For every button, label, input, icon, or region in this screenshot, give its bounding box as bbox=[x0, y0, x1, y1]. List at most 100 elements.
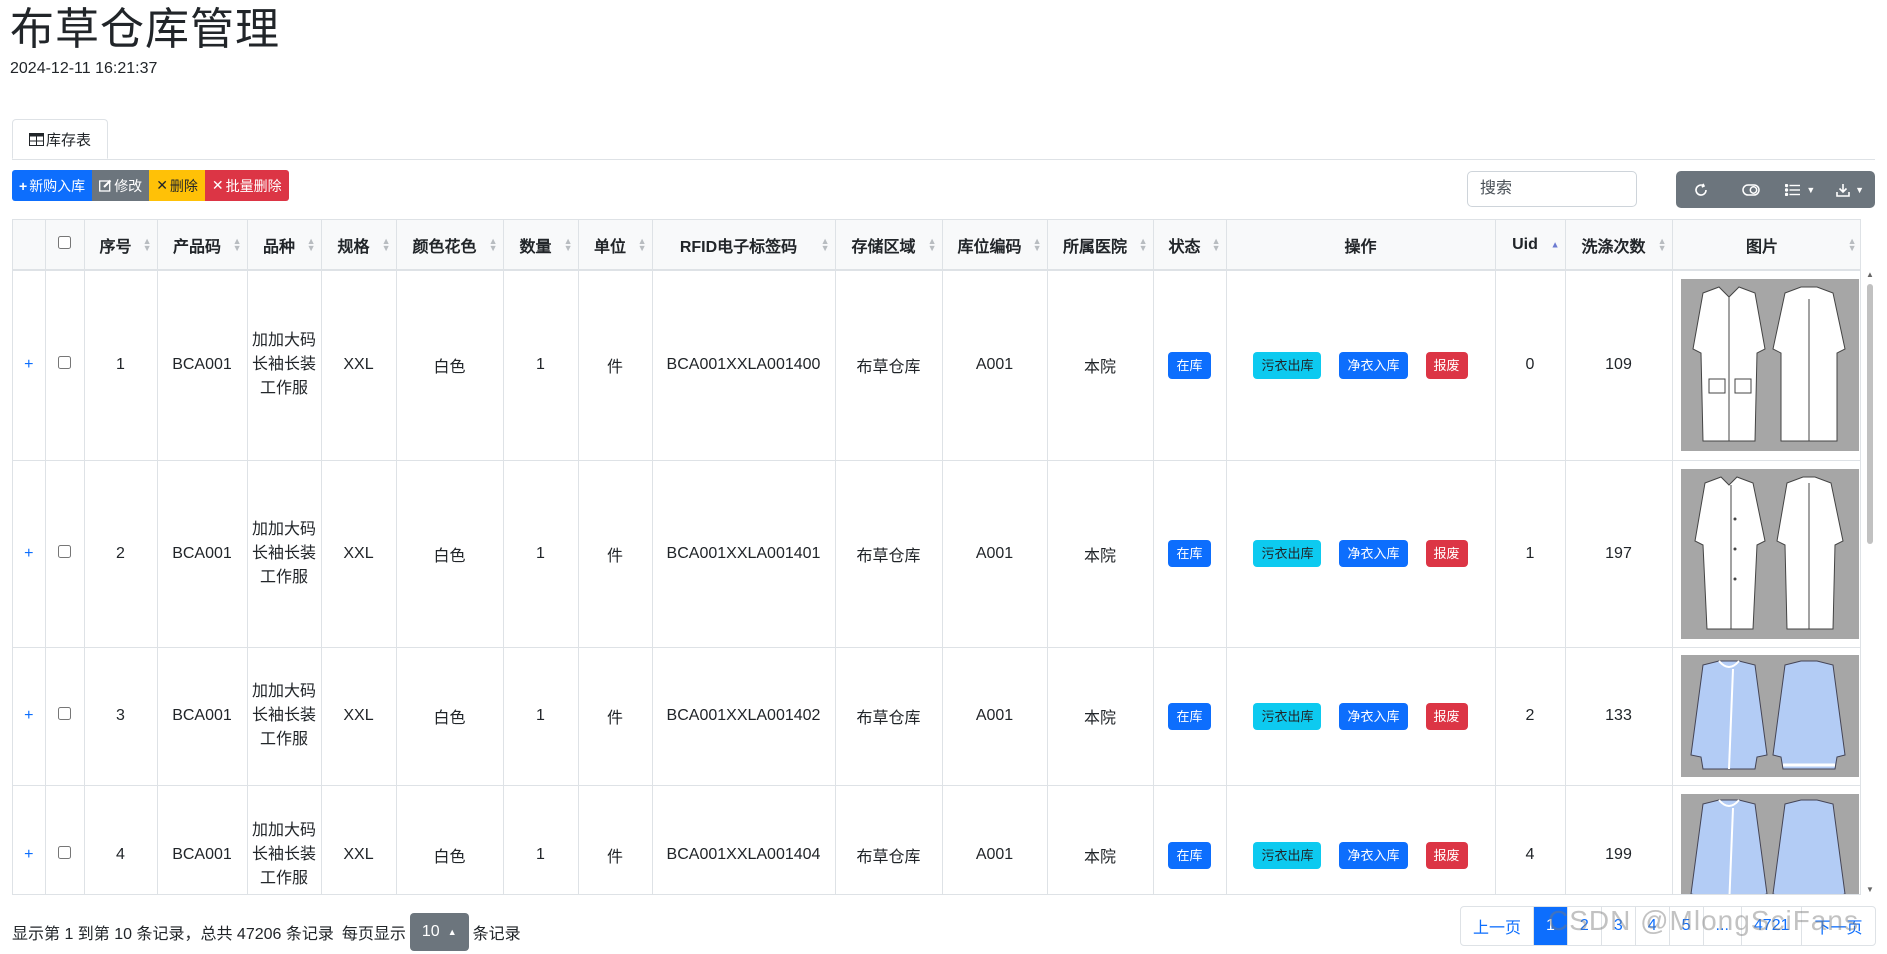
refresh-button[interactable] bbox=[1676, 171, 1726, 208]
page-button[interactable]: 2 bbox=[1568, 907, 1602, 945]
col-header[interactable]: RFID电子标签码 ▲ ▼ bbox=[652, 220, 836, 271]
sort-icon: ▲ ▼ bbox=[1032, 235, 1042, 253]
scrap-button[interactable]: 报废 bbox=[1425, 841, 1468, 869]
row-select bbox=[45, 785, 85, 894]
row-checkbox[interactable] bbox=[58, 707, 71, 720]
col-header[interactable]: 洗涤次数 ▲ ▼ bbox=[1565, 220, 1673, 271]
detail-toggle[interactable]: + bbox=[13, 647, 46, 786]
cell-area: 布草仓库 bbox=[835, 647, 943, 786]
row-select bbox=[45, 647, 85, 786]
pagination: 上一页 1 2 3 4 5 ... 4721 下一页 bbox=[1460, 906, 1876, 946]
clean-in-button[interactable]: 净衣入库 bbox=[1339, 702, 1408, 730]
toggle-icon bbox=[1741, 183, 1760, 196]
cell-rfid: BCA001XXLA001404 bbox=[652, 785, 836, 894]
scroll-down-icon[interactable]: ▼ bbox=[1866, 885, 1874, 894]
dirty-out-button[interactable]: 污衣出库 bbox=[1253, 351, 1322, 379]
scrap-button[interactable]: 报废 bbox=[1425, 702, 1468, 730]
edit-button[interactable]: 修改 bbox=[92, 170, 150, 201]
columns-dropdown[interactable]: ▼ bbox=[1776, 171, 1826, 208]
dirty-out-button[interactable]: 污衣出库 bbox=[1253, 702, 1322, 730]
col-header[interactable]: 单位 ▲ ▼ bbox=[578, 220, 653, 271]
col-header[interactable]: 库位编码 ▲ ▼ bbox=[942, 220, 1048, 271]
row-checkbox[interactable] bbox=[58, 356, 71, 370]
table-scrollbar[interactable]: ▲ ▼ bbox=[1866, 270, 1874, 894]
select-all-checkbox[interactable] bbox=[58, 235, 71, 249]
page-button[interactable]: 1 bbox=[1534, 907, 1568, 945]
col-header[interactable]: 颜色花色 ▲ ▼ bbox=[396, 220, 504, 271]
detail-toggle[interactable]: + bbox=[13, 270, 46, 461]
inventory-table: 序号 ▲ ▼ 产品码 ▲ ▼ 品种 ▲ ▼ 规格 ▲ ▼ 颜色花色 ▲ ▼ 数量 ▲ ▼ 单位 ▲ ▼ RF… bbox=[12, 219, 1861, 895]
garment-image[interactable] bbox=[1680, 468, 1859, 639]
col-header[interactable]: 图片 ▲ ▼ bbox=[1672, 220, 1860, 271]
col-header[interactable]: 品种 ▲ ▼ bbox=[247, 220, 322, 271]
col-header[interactable]: 所属医院 ▲ ▼ bbox=[1047, 220, 1154, 271]
list-icon bbox=[1785, 183, 1801, 196]
clean-in-button[interactable]: 净衣入库 bbox=[1339, 351, 1408, 379]
sort-icon: ▲ ▼ bbox=[381, 235, 391, 253]
toggle-view-button[interactable] bbox=[1726, 171, 1776, 208]
caret-down-icon: ▼ bbox=[1855, 184, 1865, 195]
cell-status: 在库 bbox=[1153, 460, 1227, 648]
scroll-thumb[interactable] bbox=[1867, 284, 1873, 544]
page-button[interactable]: 4721 bbox=[1742, 907, 1803, 945]
cell-rfid: BCA001XXLA001401 bbox=[652, 460, 836, 648]
dirty-out-button[interactable]: 污衣出库 bbox=[1253, 841, 1322, 869]
sort-icon: ▲ ▼ bbox=[1138, 235, 1148, 253]
col-header[interactable]: 规格 ▲ ▼ bbox=[321, 220, 397, 271]
edit-icon bbox=[99, 179, 112, 192]
cell-location: A001 bbox=[942, 460, 1048, 648]
sort-icon: ▲ ▼ bbox=[142, 235, 152, 253]
tab-inventory[interactable]: 库存表 bbox=[12, 119, 109, 159]
record-summary: 显示第 1 到第 10 条记录，总共 47206 条记录 bbox=[12, 926, 334, 943]
row-checkbox[interactable] bbox=[58, 846, 71, 859]
page-size-dropdown[interactable]: 10 ▲ bbox=[409, 913, 469, 951]
prev-page-button[interactable]: 上一页 bbox=[1461, 907, 1535, 945]
page-button[interactable]: 4 bbox=[1636, 907, 1670, 945]
cell-area: 布草仓库 bbox=[835, 270, 943, 461]
cell-area: 布草仓库 bbox=[835, 460, 943, 648]
cell-qty: 1 bbox=[503, 460, 579, 648]
scrap-button[interactable]: 报废 bbox=[1425, 351, 1468, 379]
cell-variety: 加加大码长袖长装工作服 bbox=[247, 785, 322, 894]
dirty-out-button[interactable]: 污衣出库 bbox=[1253, 540, 1322, 567]
cell-code: BCA001 bbox=[157, 785, 248, 894]
next-page-button[interactable]: 下一页 bbox=[1802, 907, 1874, 945]
cell-hospital: 本院 bbox=[1047, 647, 1154, 786]
clean-in-button[interactable]: 净衣入库 bbox=[1339, 540, 1408, 567]
detail-toggle[interactable]: + bbox=[13, 460, 46, 648]
pagination-info: 显示第 1 到第 10 条记录，总共 47206 条记录 每页显示 10 ▲ 条记… bbox=[12, 913, 521, 951]
col-header[interactable]: Uid ▲ bbox=[1495, 220, 1566, 271]
search-input[interactable] bbox=[1467, 171, 1637, 207]
clean-in-button[interactable]: 净衣入库 bbox=[1339, 841, 1408, 869]
records-label: 条记录 bbox=[472, 926, 521, 943]
col-header[interactable]: 数量 ▲ ▼ bbox=[503, 220, 579, 271]
scroll-up-icon[interactable]: ▲ bbox=[1866, 270, 1874, 279]
garment-image[interactable] bbox=[1680, 279, 1859, 452]
sort-asc-icon: ▲ bbox=[1550, 239, 1560, 249]
cell-image bbox=[1672, 647, 1860, 786]
page-button[interactable]: 3 bbox=[1602, 907, 1636, 945]
page-button[interactable]: 5 bbox=[1670, 907, 1704, 945]
col-header[interactable]: 存储区域 ▲ ▼ bbox=[835, 220, 943, 271]
plus-icon: + bbox=[19, 177, 28, 194]
garment-image[interactable] bbox=[1680, 655, 1859, 777]
delete-button[interactable]: ✕ 删除 bbox=[149, 170, 205, 201]
garment-image[interactable] bbox=[1680, 794, 1859, 895]
add-stock-button[interactable]: + 新购入库 bbox=[12, 170, 93, 201]
page-ellipsis: ... bbox=[1704, 907, 1742, 945]
cell-variety: 加加大码长袖长装工作服 bbox=[247, 647, 322, 786]
cell-unit: 件 bbox=[578, 785, 653, 894]
scrap-button[interactable]: 报废 bbox=[1425, 540, 1468, 567]
caret-up-icon: ▲ bbox=[447, 927, 457, 937]
col-header[interactable]: 产品码 ▲ ▼ bbox=[157, 220, 248, 271]
col-header[interactable]: 状态 ▲ ▼ bbox=[1153, 220, 1227, 271]
detail-toggle[interactable]: + bbox=[13, 785, 46, 894]
row-checkbox[interactable] bbox=[58, 544, 71, 558]
cell-size: XXL bbox=[321, 647, 397, 786]
cell-unit: 件 bbox=[578, 460, 653, 648]
export-dropdown[interactable]: ▼ bbox=[1825, 171, 1875, 208]
row-select bbox=[45, 460, 85, 648]
cell-location: A001 bbox=[942, 647, 1048, 786]
col-header[interactable]: 序号 ▲ ▼ bbox=[84, 220, 158, 271]
batch-delete-button[interactable]: ✕ 批量删除 bbox=[204, 170, 289, 201]
